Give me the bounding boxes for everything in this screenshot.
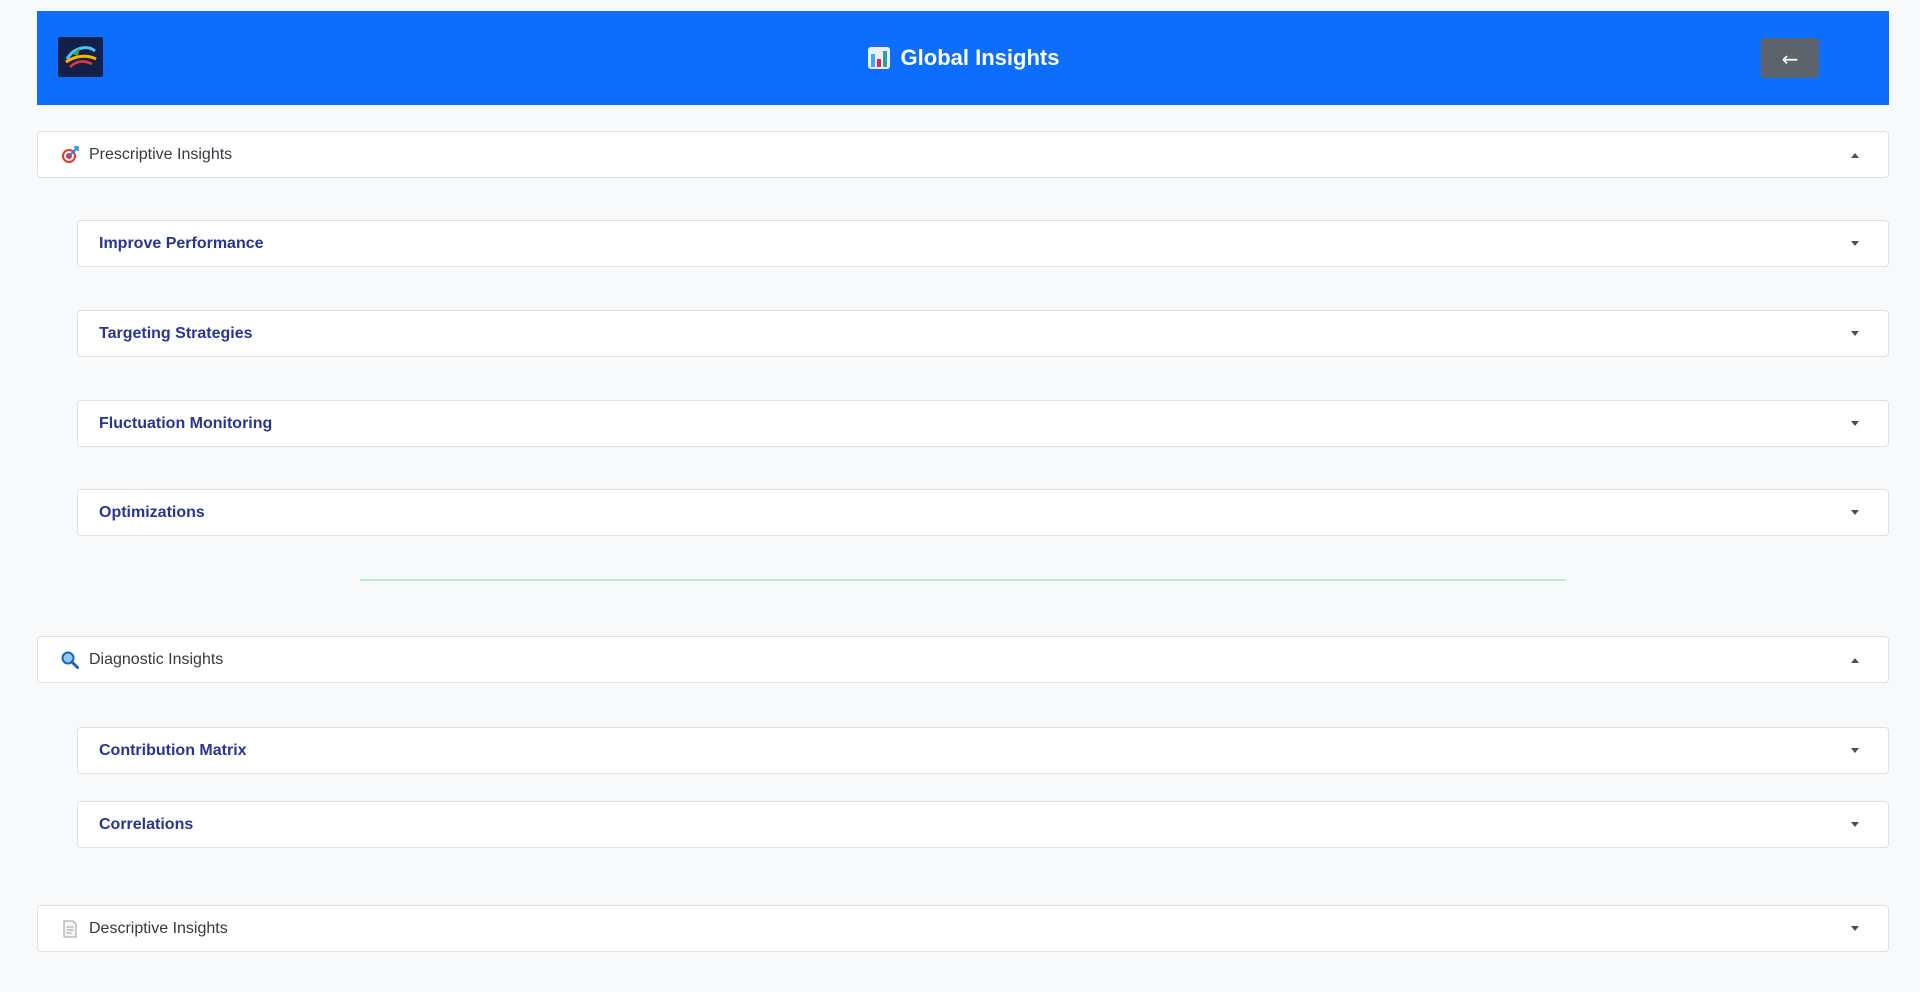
- accordion-diagnostic-insights[interactable]: Diagnostic Insights: [37, 636, 1889, 683]
- accordion-label: Diagnostic Insights: [89, 650, 224, 668]
- accordion-label: Improve Performance: [99, 234, 264, 252]
- section-divider: [360, 579, 1566, 581]
- chevron-down-icon[interactable]: [1850, 419, 1860, 429]
- magnifier-icon: [60, 650, 80, 670]
- document-icon: [60, 919, 80, 939]
- chevron-up-icon[interactable]: [1850, 655, 1860, 665]
- accordion-descriptive-insights[interactable]: Descriptive Insights: [37, 905, 1889, 952]
- accordion-optimizations[interactable]: Optimizations: [77, 489, 1889, 536]
- accordion-targeting-strategies[interactable]: Targeting Strategies: [77, 310, 1889, 357]
- accordion-label: Descriptive Insights: [89, 919, 228, 937]
- chevron-down-icon[interactable]: [1850, 239, 1860, 249]
- chevron-up-icon[interactable]: [1850, 150, 1860, 160]
- accordion-label: Contribution Matrix: [99, 741, 247, 759]
- accordion-label: Prescriptive Insights: [89, 145, 233, 163]
- accordion-fluctuation-monitoring[interactable]: Fluctuation Monitoring: [77, 400, 1889, 447]
- accordion-label: Correlations: [99, 815, 194, 833]
- accordion-correlations[interactable]: Correlations: [77, 801, 1889, 848]
- bar-chart-icon: [867, 46, 891, 70]
- accordion-contribution-matrix[interactable]: Contribution Matrix: [77, 727, 1889, 774]
- back-button[interactable]: ←: [1761, 38, 1819, 78]
- accordion-label: Fluctuation Monitoring: [99, 414, 273, 432]
- page-title-wrap: Global Insights: [37, 11, 1889, 105]
- page-title: Global Insights: [900, 45, 1060, 70]
- chevron-down-icon[interactable]: [1850, 746, 1860, 756]
- accordion-improve-performance[interactable]: Improve Performance: [77, 220, 1889, 267]
- chevron-down-icon[interactable]: [1850, 820, 1860, 830]
- accordion-prescriptive-insights[interactable]: Prescriptive Insights: [37, 131, 1889, 178]
- chevron-down-icon[interactable]: [1850, 508, 1860, 518]
- app-header: Global Insights ←: [37, 11, 1889, 105]
- accordion-label: Targeting Strategies: [99, 324, 253, 342]
- accordion-label: Optimizations: [99, 503, 205, 521]
- target-icon: [60, 145, 80, 165]
- chevron-down-icon[interactable]: [1850, 329, 1860, 339]
- chevron-down-icon[interactable]: [1850, 924, 1860, 934]
